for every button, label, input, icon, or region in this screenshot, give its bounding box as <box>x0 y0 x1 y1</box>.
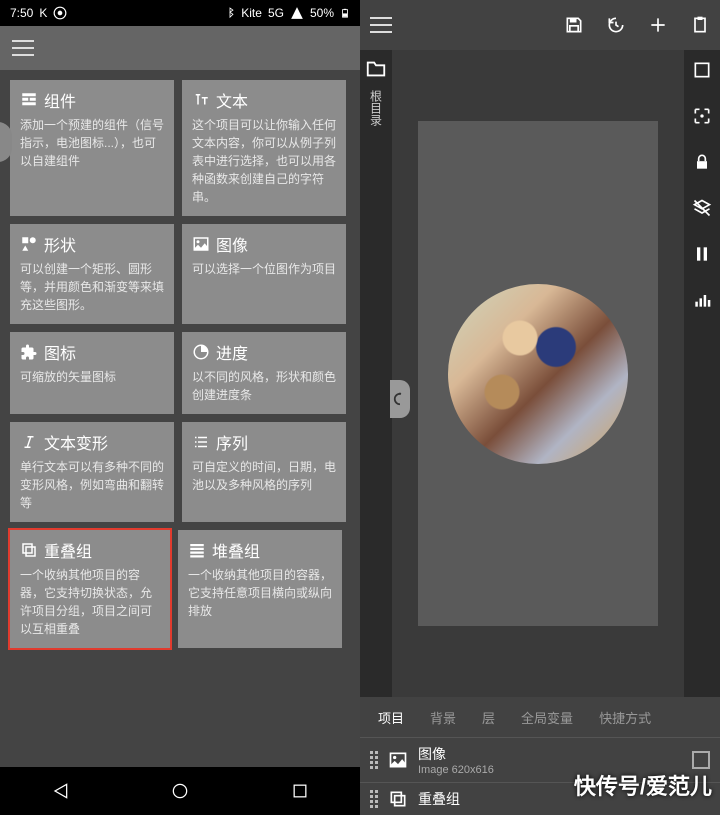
card-title: 文本 <box>216 88 248 112</box>
root-label: 根目录 <box>368 90 385 126</box>
card-icon[interactable]: 图标 可缩放的矢量图标 <box>10 332 174 414</box>
pause-icon[interactable] <box>692 244 712 264</box>
card-series[interactable]: 序列 可自定义的时间，日期，电池以及多种风格的序列 <box>182 422 346 522</box>
nav-home[interactable] <box>170 781 190 801</box>
editor-appbar <box>360 0 720 50</box>
layer-label: 图像 Image 620x616 <box>418 744 682 776</box>
card-title: 进度 <box>216 340 248 364</box>
menu-button[interactable] <box>12 40 34 56</box>
nav-recent[interactable] <box>290 781 310 801</box>
battery-icon <box>340 5 350 21</box>
layer-row-image[interactable]: 图像 Image 620x616 <box>360 737 720 782</box>
side-right <box>684 50 720 697</box>
card-title: 文本变形 <box>44 430 108 454</box>
card-title: 序列 <box>216 430 248 454</box>
drag-handle-icon[interactable] <box>370 790 378 808</box>
save-icon[interactable] <box>564 15 584 35</box>
folder-icon[interactable] <box>365 58 387 80</box>
card-desc: 一个收纳其他项目的容器，它支持任意项目横向或纵向排放 <box>188 566 332 620</box>
lock-icon[interactable] <box>692 152 712 172</box>
layer-label: 重叠组 <box>418 789 710 809</box>
history-icon[interactable] <box>606 15 626 35</box>
editor-body: 根目录 <box>360 50 720 697</box>
layers-off-icon[interactable] <box>692 198 712 218</box>
card-desc: 以不同的风格，形状和颜色创建进度条 <box>192 368 336 404</box>
card-title: 组件 <box>44 88 76 112</box>
status-time: 7:50 <box>10 6 33 20</box>
status-letter: K <box>39 6 47 20</box>
canvas[interactable] <box>392 50 684 697</box>
tab-shortcut[interactable]: 快捷方式 <box>587 708 663 727</box>
card-desc: 可以创建一个矩形、圆形等，并用颜色和渐变等来填充这些图形。 <box>20 260 164 314</box>
puzzle-icon <box>20 343 38 361</box>
app-bar <box>0 26 360 70</box>
bottom-tabs: 项目 背景 层 全局变量 快捷方式 <box>360 697 720 737</box>
shape-icon <box>20 235 38 253</box>
bluetooth-icon <box>225 6 235 20</box>
image-icon <box>192 235 210 253</box>
card-stackgroup[interactable]: 堆叠组 一个收纳其他项目的容器，它支持任意项目横向或纵向排放 <box>178 530 342 648</box>
nav-back[interactable] <box>50 781 70 801</box>
tab-background[interactable]: 背景 <box>418 708 468 727</box>
preview-image[interactable] <box>448 284 628 464</box>
card-desc: 单行文本可以有多种不同的变形风格，例如弯曲和翻转等 <box>20 458 164 512</box>
layer-row-overlap[interactable]: 重叠组 <box>360 782 720 815</box>
canvas-frame <box>418 121 658 626</box>
overlap-icon <box>20 541 38 559</box>
progress-icon <box>192 343 210 361</box>
card-progress[interactable]: 进度 以不同的风格，形状和颜色创建进度条 <box>182 332 346 414</box>
tab-globals[interactable]: 全局变量 <box>509 708 585 727</box>
tab-layer[interactable]: 层 <box>470 708 507 727</box>
android-navbar <box>0 767 360 815</box>
layer-list: 图像 Image 620x616 重叠组 <box>360 737 720 815</box>
item-grid: 组件 添加一个预建的组件（信号指示，电池图标...），也可以自建组件 文本 这个… <box>0 70 360 658</box>
drag-handle-icon[interactable] <box>370 751 378 769</box>
overlap-icon <box>388 789 408 809</box>
card-component[interactable]: 组件 添加一个预建的组件（信号指示，电池图标...），也可以自建组件 <box>10 80 174 216</box>
card-desc: 可以选择一个位图作为项目 <box>192 260 336 278</box>
menu-button[interactable] <box>370 17 392 33</box>
italic-icon <box>20 433 38 451</box>
card-title: 堆叠组 <box>212 538 260 562</box>
stack-icon <box>188 541 206 559</box>
card-desc: 这个项目可以让你输入任何文本内容，你可以从例子列表中进行选择，也可以用各种函数来… <box>192 116 336 206</box>
card-title: 图标 <box>44 340 76 364</box>
status-battery: 50% <box>310 6 334 20</box>
status-bar: 7:50 K Kite 5G 50% <box>0 0 360 26</box>
list-icon <box>192 433 210 451</box>
layer-checkbox[interactable] <box>692 751 710 769</box>
card-desc: 可缩放的矢量图标 <box>20 368 164 386</box>
image-icon <box>388 750 408 770</box>
chart-icon[interactable] <box>692 290 712 310</box>
component-icon <box>20 91 38 109</box>
card-desc: 可自定义的时间，日期，电池以及多种风格的序列 <box>192 458 336 494</box>
square-icon[interactable] <box>692 60 712 80</box>
text-icon <box>192 91 210 109</box>
card-shape[interactable]: 形状 可以创建一个矩形、圆形等，并用颜色和渐变等来填充这些图形。 <box>10 224 174 324</box>
signal-icon <box>290 6 304 20</box>
tab-item[interactable]: 项目 <box>366 708 416 727</box>
card-title: 形状 <box>44 232 76 256</box>
clipboard-icon[interactable] <box>690 15 710 35</box>
card-overlapgroup[interactable]: 重叠组 一个收纳其他项目的容器，它支持切换状态，允许项目分组，项目之间可以互相重… <box>8 528 172 650</box>
status-kite: Kite <box>241 6 262 20</box>
add-icon[interactable] <box>648 15 668 35</box>
card-desc: 添加一个预建的组件（信号指示，电池图标...），也可以自建组件 <box>20 116 164 170</box>
card-title: 图像 <box>216 232 248 256</box>
card-image[interactable]: 图像 可以选择一个位图作为项目 <box>182 224 346 324</box>
canvas-edge-tab[interactable] <box>390 380 410 418</box>
card-desc: 一个收纳其他项目的容器，它支持切换状态，允许项目分组，项目之间可以互相重叠 <box>20 566 160 638</box>
card-title: 重叠组 <box>44 538 92 562</box>
card-text[interactable]: 文本 这个项目可以让你输入任何文本内容，你可以从例子列表中进行选择，也可以用各种… <box>182 80 346 216</box>
chrome-icon <box>53 6 67 20</box>
side-left: 根目录 <box>360 50 392 697</box>
focus-icon[interactable] <box>692 106 712 126</box>
card-textmorph[interactable]: 文本变形 单行文本可以有多种不同的变形风格，例如弯曲和翻转等 <box>10 422 174 522</box>
status-network: 5G <box>268 6 284 20</box>
